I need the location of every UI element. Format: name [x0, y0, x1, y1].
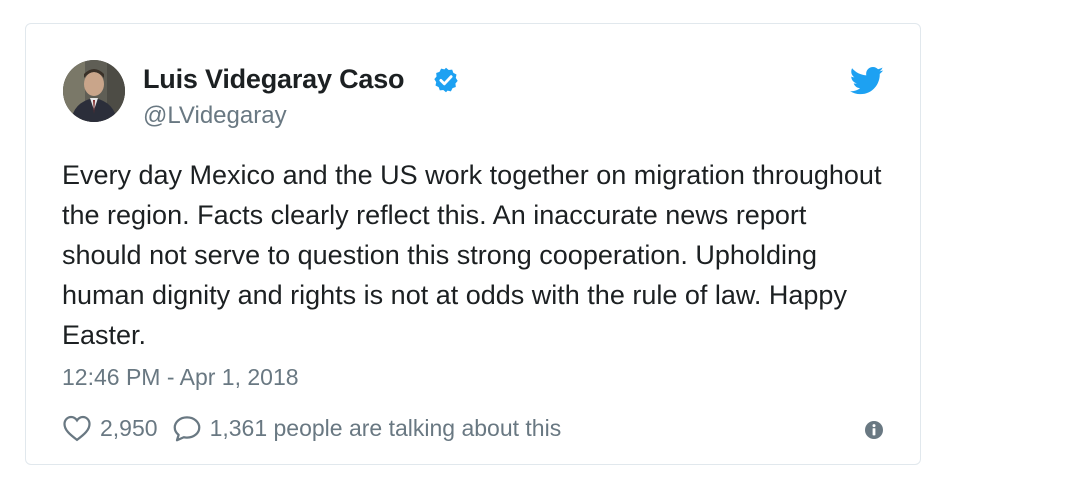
display-name[interactable]: Luis Videgaray Caso: [143, 64, 405, 95]
verified-badge-icon: [434, 67, 458, 93]
tweet-actions: 2,950 1,361 people are talking about thi…: [62, 412, 561, 444]
avatar-image: [63, 60, 125, 122]
info-icon[interactable]: [864, 420, 884, 440]
like-button[interactable]: 2,950: [62, 414, 158, 442]
heart-icon: [63, 415, 91, 442]
like-count: 2,950: [100, 414, 158, 441]
avatar[interactable]: [63, 60, 125, 122]
tweet-text: Every day Mexico and the US work togethe…: [62, 160, 882, 350]
conversation-link[interactable]: 1,361 people are talking about this: [158, 414, 562, 442]
handle[interactable]: @LVidegaray: [143, 102, 287, 130]
timestamp[interactable]: 12:46 PM - Apr 1, 2018: [62, 364, 299, 391]
talking-count-label: 1,361 people are talking about this: [209, 414, 562, 441]
speech-bubble-icon: [173, 416, 200, 442]
twitter-bird-icon[interactable]: [850, 66, 884, 96]
embedded-tweet-card[interactable]: Luis Videgaray Caso @LVidegaray Every da…: [25, 23, 921, 465]
